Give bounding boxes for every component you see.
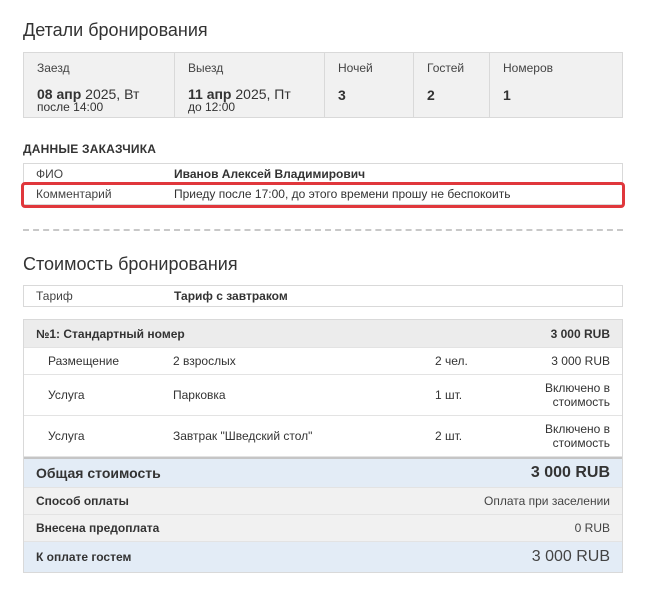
total-label: Общая стоимость xyxy=(36,465,161,481)
checkout-cell: Выезд 11 апр 2025, Пт до 12:00 xyxy=(175,53,325,117)
customer-name: Иванов Алексей Владимирович xyxy=(174,166,366,181)
payment-label: Способ оплаты xyxy=(36,494,129,508)
customer-name-row: ФИО Иванов Алексей Владимирович xyxy=(24,164,622,184)
room-title: №1: Стандартный номер xyxy=(36,326,185,341)
nights-value: 3 xyxy=(338,87,346,103)
total-value: 3 000 RUB xyxy=(530,464,610,481)
line-amount: Включено в стоимость xyxy=(544,422,610,450)
booking-cost-heading: Стоимость бронирования xyxy=(23,254,238,274)
tariff-table: Тариф Тариф с завтраком xyxy=(23,285,623,307)
checkout-time: до 12:00 xyxy=(188,100,236,114)
rooms-cell: Номеров 1 xyxy=(490,53,622,117)
checkin-date: 08 апр 2025, Вт xyxy=(37,87,162,101)
checkout-year: 2025, Пт xyxy=(231,86,291,102)
payment-value: Оплата при заселении xyxy=(484,494,610,508)
amount-due-row: К оплате гостем 3 000 RUB xyxy=(24,542,622,572)
tariff-value: Тариф с завтраком xyxy=(174,289,288,303)
section-divider xyxy=(23,229,623,231)
total-row: Общая стоимость 3 000 RUB xyxy=(24,457,622,488)
line-qty: 2 чел. xyxy=(435,354,468,368)
booking-details-heading: Детали бронирования xyxy=(23,20,208,40)
line-qty: 2 шт. xyxy=(435,429,463,443)
payment-method-row: Способ оплаты Оплата при заселении xyxy=(24,488,622,515)
prepaid-row: Внесена предоплата 0 RUB xyxy=(24,515,622,542)
price-table: №1: Стандартный номер 3 000 RUB Размещен… xyxy=(23,319,623,573)
guests-label: Гостей xyxy=(427,61,465,75)
line-desc: Завтрак "Шведский стол" xyxy=(173,429,313,443)
line-desc: 2 взрослых xyxy=(173,354,236,368)
nights-cell: Ночей 3 xyxy=(325,53,414,117)
checkout-date: 11 апр 2025, Пт xyxy=(188,87,312,101)
rooms-label: Номеров xyxy=(503,61,553,75)
prepaid-value: 0 RUB xyxy=(574,521,610,535)
line-qty: 1 шт. xyxy=(435,388,463,402)
checkin-label: Заезд xyxy=(37,61,70,75)
price-line-row: Размещение 2 взрослых 2 чел. 3 000 RUB xyxy=(24,348,622,375)
rooms-value: 1 xyxy=(503,87,511,103)
line-amount: 3 000 RUB xyxy=(551,354,610,368)
guests-cell: Гостей 2 xyxy=(414,53,490,117)
comment-highlight-box xyxy=(21,182,625,208)
prepaid-label: Внесена предоплата xyxy=(36,521,160,535)
price-line-row: Услуга Завтрак "Шведский стол" 2 шт. Вкл… xyxy=(24,416,622,457)
tariff-label: Тариф xyxy=(36,289,73,303)
room-price: 3 000 RUB xyxy=(550,326,610,341)
line-desc: Парковка xyxy=(173,388,226,402)
line-amount: Включено в стоимость xyxy=(544,381,610,409)
line-type: Размещение xyxy=(48,354,119,368)
price-line-row: Услуга Парковка 1 шт. Включено в стоимос… xyxy=(24,375,622,416)
guests-value: 2 xyxy=(427,87,435,103)
checkin-cell: Заезд 08 апр 2025, Вт после 14:00 xyxy=(24,53,175,117)
nights-label: Ночей xyxy=(338,61,373,75)
due-value: 3 000 RUB xyxy=(531,548,610,565)
tariff-row: Тариф Тариф с завтраком xyxy=(24,286,622,306)
due-label: К оплате гостем xyxy=(36,550,132,564)
customer-section-title: ДАННЫЕ ЗАКАЗЧИКА xyxy=(23,142,157,156)
name-label: ФИО xyxy=(36,166,64,181)
checkin-time: после 14:00 xyxy=(37,100,104,114)
line-type: Услуга xyxy=(48,429,85,443)
line-type: Услуга xyxy=(48,388,85,402)
room-header-row: №1: Стандартный номер 3 000 RUB xyxy=(24,320,622,348)
booking-dates-panel: Заезд 08 апр 2025, Вт после 14:00 Выезд … xyxy=(23,52,623,118)
checkout-label: Выезд xyxy=(188,61,224,75)
